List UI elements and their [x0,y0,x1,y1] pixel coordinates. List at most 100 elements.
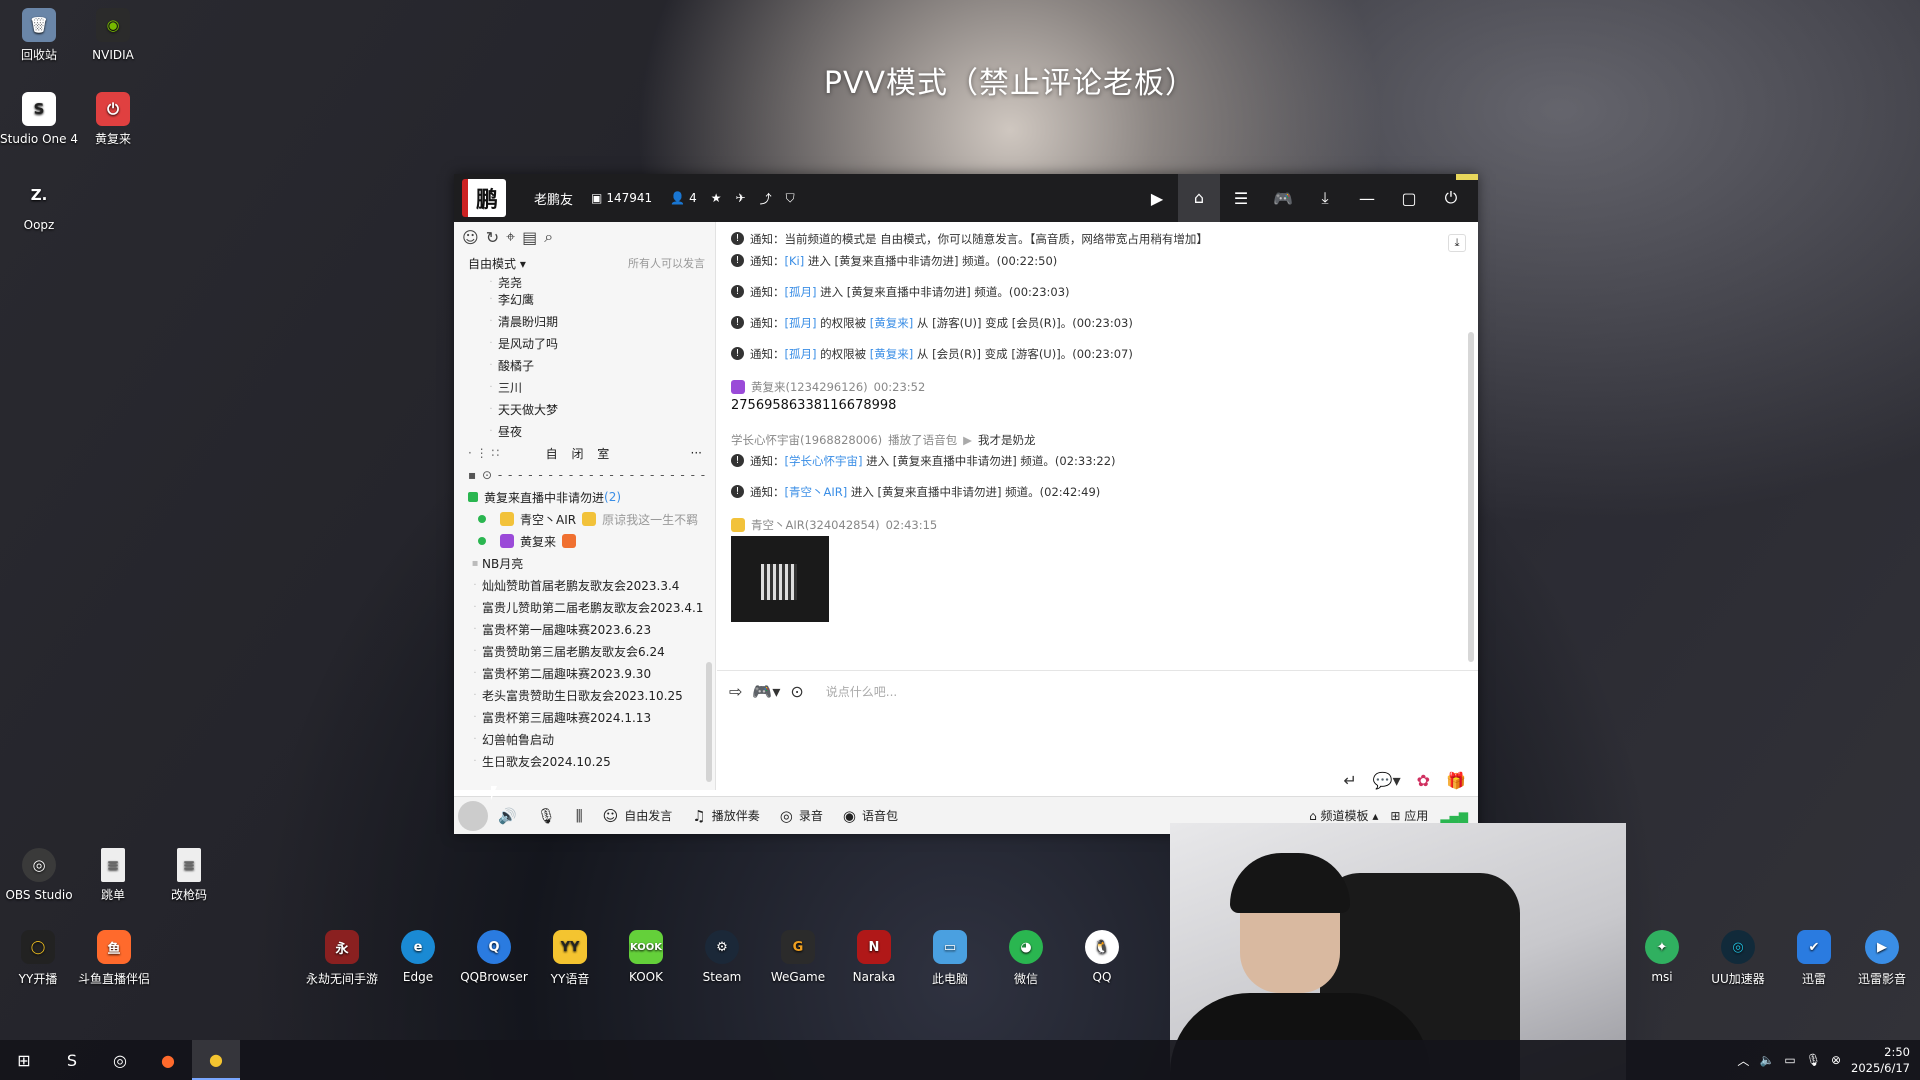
app-icon-kook[interactable]: KOOK KOOK [608,930,684,984]
mode-row[interactable]: 自由模式 ▾ 所有人可以发言 [454,252,715,274]
live-member[interactable]: 黄复来 [454,530,706,552]
app-icon-steam[interactable]: ⚙ Steam [684,930,760,984]
search-icon[interactable]: ⌕ [544,227,553,247]
desktop-icon-obs[interactable]: ◎ OBS Studio [0,848,78,902]
list-item[interactable]: · 天天做大梦 [454,398,706,420]
chat-bubble-icon[interactable]: 💬▾ [1373,771,1401,790]
app-icon-this-pc[interactable]: ▭ 此电脑 [912,930,988,987]
speaker-button[interactable]: 🔊 [498,807,517,825]
play-music-button[interactable]: ♫ 播放伴奏 [692,807,759,825]
sub-channel[interactable]: · 富贵杯第二届趣味赛2023.9.30 [454,662,706,684]
left-scrollbar[interactable] [706,662,712,782]
room-row[interactable]: · ⋮ ∷ 自 闭 室 ··· [454,442,706,464]
mixer-button[interactable]: ⫼ [576,807,583,825]
apps-button[interactable]: ⊞ 应用 [1390,807,1428,824]
emoji-gamepad-icon[interactable]: 🎮▾ [752,682,780,701]
app-icon-uu[interactable]: ◎ UU加速器 [1700,930,1776,987]
gift-icon[interactable]: 🎁 [1446,771,1466,790]
maximize-icon[interactable]: ▢ [1388,189,1430,208]
play-icon[interactable]: ▶ [963,433,972,447]
app-icon-msi[interactable]: ✦ msi [1624,930,1700,984]
user-link[interactable]: [孤月] [785,316,817,330]
desktop-icon-tiaodan[interactable]: ≡ 跳单 [74,848,152,902]
app-icon-douyu[interactable]: 鱼斗鱼直播伴侣 [76,930,152,987]
user-link[interactable]: [黄复来] [870,347,913,361]
app-icon-naraka[interactable]: N Naraka [836,930,912,984]
app-icon-edge[interactable]: e Edge [380,930,456,984]
chevron-up-icon[interactable]: ︿ [1737,1052,1749,1069]
taskbar-studio-one[interactable]: S [48,1040,96,1080]
desktop-icon-nvidia[interactable]: ◉ NVIDIA [74,8,152,62]
list-item[interactable]: · 李幻鹰 [454,288,706,310]
start-button[interactable]: ⊞ [0,1040,48,1080]
notification-icon[interactable]: ⊗ [1831,1053,1841,1067]
desktop-icon-oopz[interactable]: Z. Oopz [0,178,78,233]
location-icon[interactable]: ⌖ [506,227,515,247]
refresh-icon[interactable]: ↻ [486,228,499,247]
user-link[interactable]: [孤月] [785,285,817,299]
screenshot-icon[interactable]: ⊙ [790,682,803,701]
scroll-down-icon[interactable]: ⤓ [1448,234,1466,252]
avatar[interactable] [458,800,488,831]
user-link[interactable]: [学长心怀宇宙] [785,454,863,468]
app-icon-qq[interactable]: 🐧 QQ [1064,930,1140,984]
minimize-icon[interactable]: — [1346,189,1388,208]
message-input[interactable]: 说点什么吧... [826,683,897,700]
sub-channel[interactable]: · 幻兽帕鲁启动 [454,728,706,750]
desktop-icon-huangfulai[interactable]: ⏻ 黄复来 [74,92,152,146]
list-item[interactable]: · 是风动了吗 [454,332,706,354]
shield-icon[interactable]: ⛉ [786,191,795,206]
sub-channel[interactable]: · 灿灿赞助首届老鹏友歌友会2023.3.4 [454,574,706,596]
app-icon-wechat[interactable]: ◕ 微信 [988,930,1064,987]
desktop-icon-gaiqiangma[interactable]: ≡ 改枪码 [150,848,228,902]
record-button[interactable]: ◎ 录音 [780,807,823,825]
taskbar-obs[interactable]: ◎ [96,1040,144,1080]
app-icon-xunlei-video[interactable]: ▶ 迅雷影音 [1844,930,1920,987]
person-icon[interactable]: ☺ [462,228,479,247]
download-icon[interactable]: ⤓ [1304,188,1346,208]
sub-channel[interactable]: · 老头富贵赞助生日歌友会2023.10.25 [454,684,706,706]
more-icon[interactable]: ··· [691,446,702,460]
list-icon[interactable]: ☰ [1220,189,1262,208]
taskbar-douyu[interactable]: ● [144,1040,192,1080]
font-icon[interactable]: ⇨ [729,682,742,701]
sub-channel[interactable]: · 富贵赞助第三届老鹏友歌友会6.24 [454,640,706,662]
desktop-icon-studio-one[interactable]: S Studio One 4 [0,92,78,146]
mode-label[interactable]: 自由模式 ▾ [468,255,526,272]
image-attachment[interactable] [731,536,829,622]
sub-channel[interactable]: · 富贵杯第三届趣味赛2024.1.13 [454,706,706,728]
live-member[interactable]: 青空丶AIR 原谅我这一生不羁 [454,508,706,530]
user-link[interactable]: [孤月] [785,347,817,361]
plane-icon[interactable]: ✈ [736,191,746,205]
list-item[interactable]: · 三川 [454,376,706,398]
sub-channel[interactable]: · 富贵杯第一届趣味赛2023.6.23 [454,618,706,640]
sender-name[interactable]: 青空丶AIR(324042854) [751,517,880,533]
sub-channel[interactable]: · 富贵儿赞助第二届老鹏友歌友会2023.4.1 [454,596,706,618]
star-icon[interactable]: ★ [711,191,722,205]
power-icon[interactable]: ⏻ [1430,188,1472,208]
app-icon-xunlei[interactable]: ✔ 迅雷 [1776,930,1852,987]
sub-channel[interactable]: · 生日歌友会2024.10.25 [454,750,706,772]
voice-pack-button[interactable]: ◉ 语音包 [843,807,898,825]
board-icon[interactable]: ▤ [522,228,537,247]
mic-icon[interactable]: 🎙 [1806,1053,1821,1067]
app-icon-qqbrowser[interactable]: Q QQBrowser [456,930,532,984]
user-link[interactable]: [Ki] [785,254,805,268]
flower-icon[interactable]: ✿ [1417,771,1430,790]
list-item[interactable]: · 清晨盼归期 [454,310,706,332]
app-icon-yy-voice[interactable]: YY YY语音 [532,930,608,987]
sender-name[interactable]: 学长心怀宇宙(1968828006) [731,432,882,448]
app-icon-yy-live[interactable]: ◯ YY开播 [0,930,76,987]
locked-channel[interactable]: ▪ NB月亮 [454,552,706,574]
user-link[interactable]: [青空丶AIR] [785,485,848,499]
network-icon[interactable]: ▭ [1784,1053,1795,1067]
channel-template-button[interactable]: ⌂ 频道模板 ▴ [1309,807,1378,824]
list-item[interactable]: · 昼夜 [454,420,706,442]
clock[interactable]: 2:50 2025/6/17 [1851,1044,1910,1076]
list-item[interactable]: · 酸橘子 [454,354,706,376]
free-speech-button[interactable]: ☺ 自由发言 [603,807,673,825]
enter-icon[interactable]: ↵ [1343,771,1356,790]
mic-button[interactable]: 🎙 [537,807,556,825]
volume-icon[interactable]: 🔈 [1759,1053,1774,1067]
user-link[interactable]: [黄复来] [870,316,913,330]
